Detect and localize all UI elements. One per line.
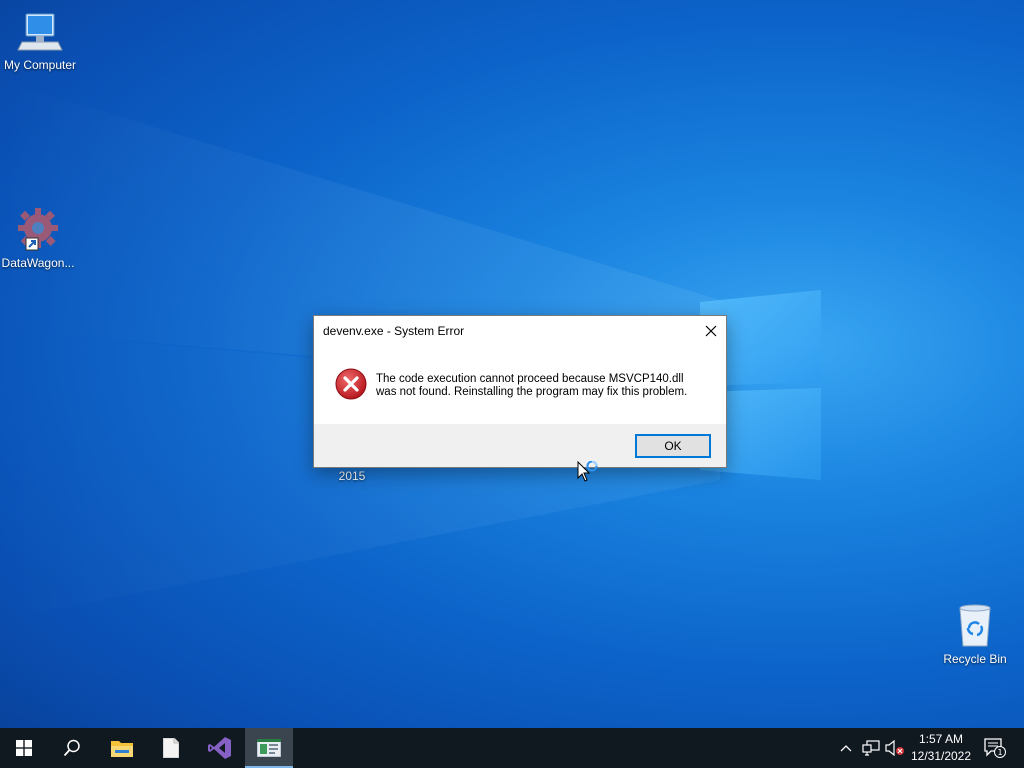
- desktop-icon-label: Recycle Bin: [943, 652, 1007, 666]
- notification-count: 1: [997, 748, 1002, 757]
- error-icon: [335, 368, 367, 400]
- clock-date: 12/31/2022: [910, 749, 972, 763]
- desktop-icon-label: My Computer: [3, 58, 77, 72]
- busy-cursor-icon: [577, 460, 603, 489]
- desktop-icon-recycle-bin[interactable]: Recycle Bin: [935, 602, 1015, 666]
- action-center-button[interactable]: 1: [980, 728, 1010, 768]
- error-message: The code execution cannot proceed becaus…: [376, 373, 716, 399]
- dialog-body: The code execution cannot proceed becaus…: [314, 346, 726, 424]
- taskbar: 1:57 AM 12/31/2022 1: [0, 728, 1024, 768]
- dialog-footer: OK: [314, 424, 726, 467]
- volume-muted-icon: [885, 740, 904, 756]
- search-button[interactable]: [48, 728, 96, 768]
- visual-studio-button[interactable]: [196, 728, 244, 768]
- recycle-bin-icon: [951, 602, 999, 650]
- system-error-dialog: devenv.exe - System Error The code execu…: [313, 315, 727, 468]
- clock-time: 1:57 AM: [918, 732, 964, 746]
- active-app-button[interactable]: [245, 728, 293, 768]
- desktop-icon-partial-label: 2015: [338, 469, 366, 483]
- file-explorer-button[interactable]: [98, 728, 146, 768]
- datawagon-gear-icon: [14, 206, 62, 254]
- search-icon: [63, 739, 80, 757]
- app-window-icon: [257, 739, 281, 757]
- notification-icon: 1: [984, 738, 1006, 758]
- desktop-icon-datawagon[interactable]: DataWagon...: [0, 206, 78, 270]
- error-message-line-1: The code execution cannot proceed becaus…: [376, 373, 684, 385]
- network-tray-button[interactable]: [859, 728, 883, 768]
- ok-button[interactable]: OK: [635, 434, 711, 458]
- clock[interactable]: 1:57 AM 12/31/2022: [908, 731, 974, 765]
- notepad-icon: [163, 738, 179, 758]
- network-icon: [862, 740, 880, 756]
- show-hidden-icons-button[interactable]: [836, 728, 856, 768]
- close-button[interactable]: [696, 316, 726, 346]
- dialog-title: devenv.exe - System Error: [323, 324, 465, 338]
- visual-studio-icon: [208, 737, 231, 759]
- file-explorer-icon: [111, 741, 133, 757]
- notepad-button[interactable]: [147, 728, 195, 768]
- windows-start-icon: [16, 740, 32, 756]
- close-icon: [705, 325, 717, 337]
- computer-icon: [16, 8, 64, 56]
- desktop-icon-my-computer[interactable]: My Computer: [0, 8, 80, 72]
- error-message-line-2: was not found. Reinstalling the program …: [376, 386, 688, 398]
- start-button[interactable]: [0, 728, 48, 768]
- desktop-icon-label: DataWagon...: [1, 256, 75, 270]
- chevron-up-icon: [840, 745, 852, 752]
- volume-tray-button[interactable]: [884, 728, 906, 768]
